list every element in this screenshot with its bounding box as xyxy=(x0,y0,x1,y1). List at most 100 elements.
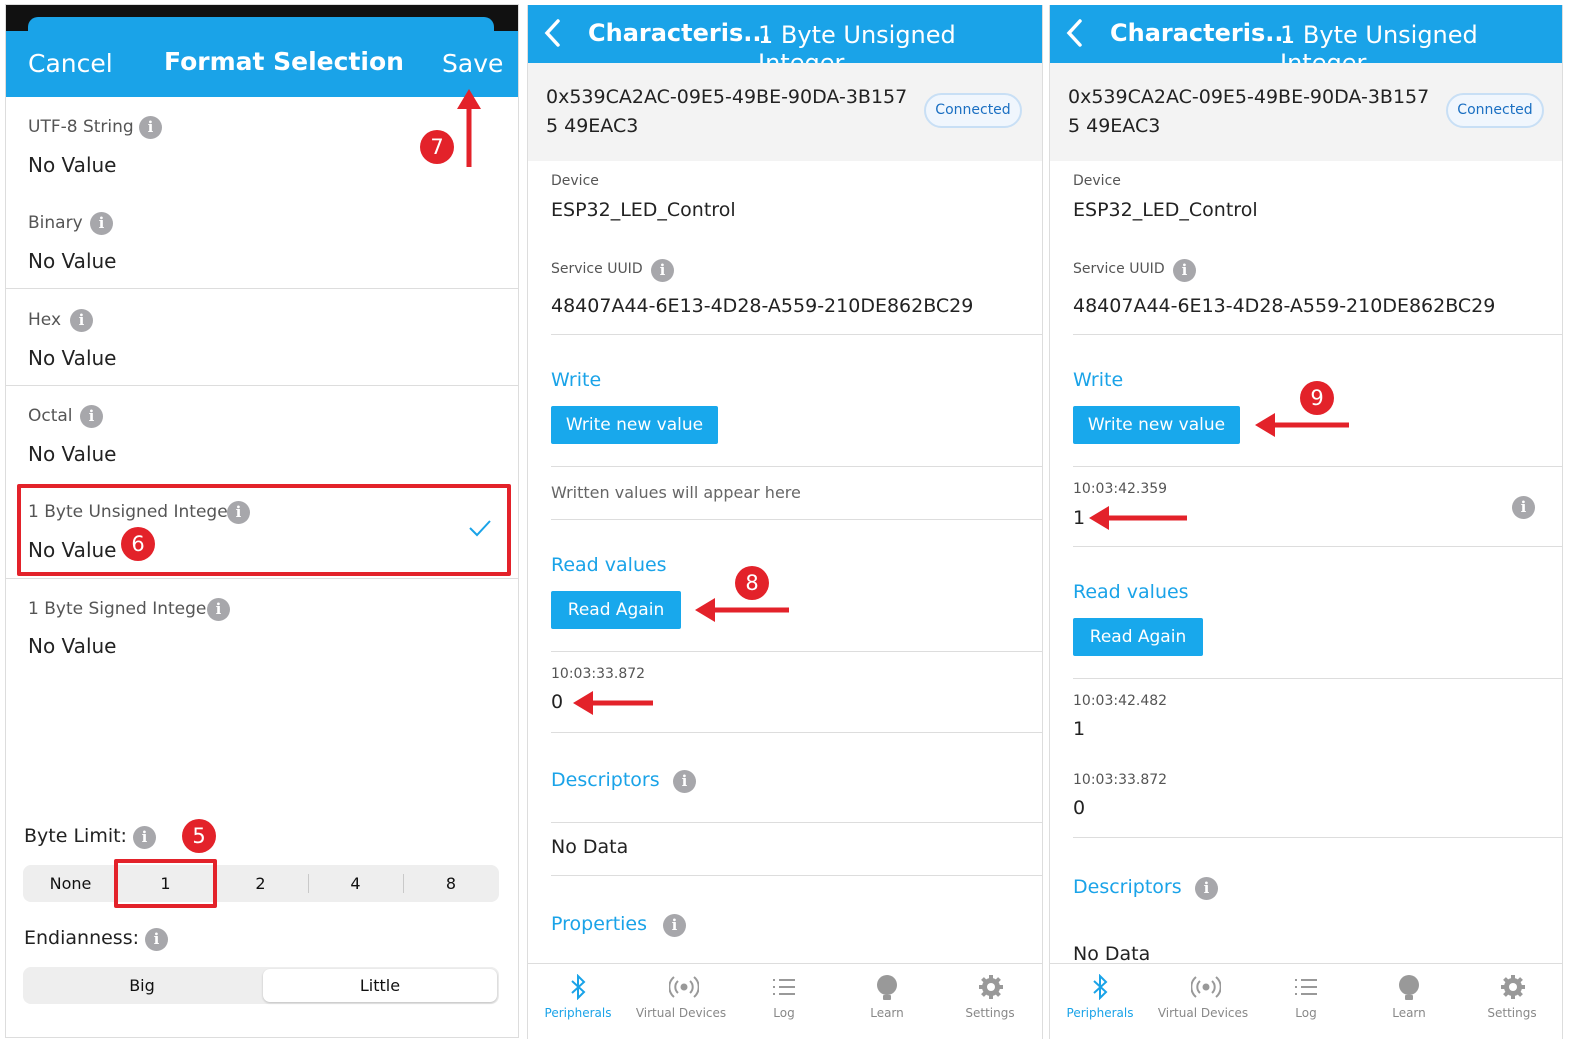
info-icon[interactable]: i xyxy=(139,116,162,139)
annotation-arrow-left xyxy=(693,595,791,625)
annotation-arrow-left xyxy=(1087,503,1189,533)
endianness-little[interactable]: Little xyxy=(263,969,497,1002)
device-name: ESP32_LED_Control xyxy=(1073,199,1258,221)
byte-limit-segmented-control: None 1 2 4 8 xyxy=(23,865,499,902)
divider xyxy=(1073,466,1562,467)
written-value: 1 xyxy=(1073,507,1086,529)
info-icon[interactable]: i xyxy=(663,914,686,937)
lightbulb-icon xyxy=(1397,974,1421,1000)
info-icon[interactable]: i xyxy=(1512,496,1535,519)
write-new-value-button[interactable]: Write new value xyxy=(551,406,718,444)
tab-label: Log xyxy=(1295,1006,1317,1020)
characteristic-uuid: 0x539CA2AC-09E5-49BE-90DA-3B1575 49EAC3 xyxy=(1068,86,1430,137)
tab-label: Peripherals xyxy=(1066,1006,1134,1020)
format-value: No Value xyxy=(28,346,117,370)
read-section-title: Read values xyxy=(1073,581,1189,603)
endianness-segmented-control: Big Little xyxy=(23,967,499,1004)
divider xyxy=(6,578,518,579)
gear-icon xyxy=(1500,974,1525,1000)
annotation-arrow-left xyxy=(1253,410,1351,440)
device-name: ESP32_LED_Control xyxy=(551,199,736,221)
annotation-badge: 6 xyxy=(121,527,155,561)
write-section-title: Write xyxy=(1073,369,1124,391)
navigation-bar: Characteris... 1 Byte Unsigned Integer xyxy=(528,5,1042,77)
navigation-bar: Characteris... 1 Byte Unsigned Integer xyxy=(1050,5,1562,77)
nav-title: Characteris... xyxy=(1110,19,1293,47)
annotation-arrow-left xyxy=(571,688,655,718)
divider xyxy=(551,732,1042,733)
back-chevron-icon[interactable] xyxy=(542,15,562,51)
divider xyxy=(551,875,1042,876)
divider xyxy=(551,334,1042,335)
tab-label: Virtual Devices xyxy=(1157,1006,1249,1020)
byte-limit-none[interactable]: None xyxy=(23,865,118,902)
tab-label: Settings xyxy=(965,1006,1015,1020)
info-icon[interactable]: i xyxy=(673,770,696,793)
info-icon[interactable]: i xyxy=(651,259,674,282)
info-icon[interactable]: i xyxy=(207,598,230,621)
write-section-title: Write xyxy=(551,369,602,391)
info-icon[interactable]: i xyxy=(133,826,156,849)
byte-limit-label: Byte Limit: xyxy=(24,825,127,847)
read-timestamp: 10:03:33.872 xyxy=(1073,772,1168,788)
nav-title: Characteris... xyxy=(588,19,771,47)
divider xyxy=(551,466,1042,467)
byte-limit-8[interactable]: 8 xyxy=(403,865,499,902)
divider xyxy=(1073,678,1562,679)
format-value: No Value xyxy=(28,442,117,466)
tab-label: Log xyxy=(773,1006,795,1020)
read-again-button[interactable]: Read Again xyxy=(551,591,681,629)
annotation-arrow-up xyxy=(454,87,484,169)
service-uuid: 48407A44-6E13-4D28-A559-210DE862BC29 xyxy=(551,295,974,317)
annotation-badge: 5 xyxy=(182,819,216,853)
format-value: No Value xyxy=(28,153,117,177)
byte-limit-2[interactable]: 2 xyxy=(213,865,308,902)
info-icon[interactable]: i xyxy=(145,928,168,951)
read-value: 0 xyxy=(1073,797,1086,819)
byte-limit-4[interactable]: 4 xyxy=(308,865,403,902)
divider xyxy=(1073,334,1562,335)
tab-bar: Peripherals Virtual Devices Log Learn Se… xyxy=(528,963,1042,1039)
back-chevron-icon[interactable] xyxy=(1064,15,1084,51)
divider xyxy=(1073,837,1562,838)
read-value: 1 xyxy=(1073,718,1086,740)
cancel-button[interactable]: Cancel xyxy=(28,49,113,78)
tab-label: Virtual Devices xyxy=(635,1006,727,1020)
bluetooth-icon xyxy=(566,974,590,1000)
page-title: Format Selection xyxy=(164,47,404,76)
divider xyxy=(1073,546,1562,547)
connection-status-badge: Connected xyxy=(924,93,1022,128)
info-icon[interactable]: i xyxy=(1173,259,1196,282)
service-uuid-label: Service UUID xyxy=(551,261,643,277)
divider xyxy=(6,288,518,289)
service-uuid-label: Service UUID xyxy=(1073,261,1165,277)
properties-section-title: Properties xyxy=(551,913,648,935)
endianness-big[interactable]: Big xyxy=(23,967,261,1004)
divider xyxy=(551,822,1042,823)
gear-icon xyxy=(978,974,1003,1000)
read-timestamp: 10:03:33.872 xyxy=(551,666,646,682)
characteristic-uuid: 0x539CA2AC-09E5-49BE-90DA-3B1575 49EAC3 xyxy=(546,86,908,137)
save-button[interactable]: Save xyxy=(442,49,503,78)
info-icon[interactable]: i xyxy=(1195,877,1218,900)
format-name: Binary xyxy=(28,213,83,233)
lightbulb-icon xyxy=(875,974,899,1000)
device-label: Device xyxy=(1073,173,1121,189)
highlight-byte-limit xyxy=(114,859,217,908)
format-selection-screen: Cancel Format Selection Save UTF-8 Strin… xyxy=(5,4,519,1038)
info-icon[interactable]: i xyxy=(80,405,103,428)
written-values-placeholder: Written values will appear here xyxy=(551,483,801,502)
device-label: Device xyxy=(551,173,599,189)
written-timestamp: 10:03:42.359 xyxy=(1073,481,1168,497)
write-new-value-button[interactable]: Write new value xyxy=(1073,406,1240,444)
list-icon xyxy=(1294,974,1318,1000)
info-icon[interactable]: i xyxy=(70,309,93,332)
info-icon[interactable]: i xyxy=(90,212,113,235)
divider xyxy=(551,651,1042,652)
tab-label: Peripherals xyxy=(544,1006,612,1020)
divider xyxy=(6,385,518,386)
annotation-badge: 7 xyxy=(420,130,454,164)
highlight-selected-format xyxy=(17,484,511,576)
read-again-button[interactable]: Read Again xyxy=(1073,618,1203,656)
connection-status-badge: Connected xyxy=(1446,93,1544,128)
